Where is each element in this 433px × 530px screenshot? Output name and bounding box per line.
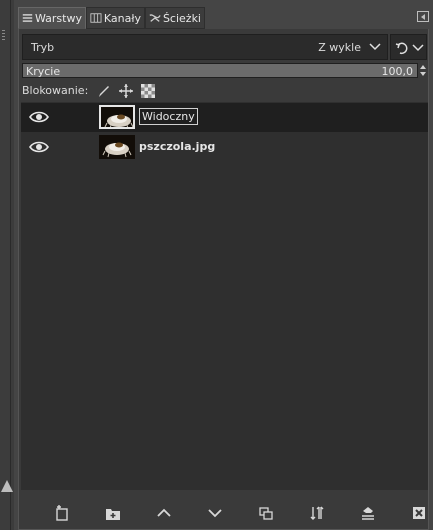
delete-layer-icon[interactable] <box>411 505 427 521</box>
layers-icon <box>22 14 33 22</box>
layer-name-input[interactable]: Widoczny <box>139 108 198 125</box>
mode-label: Tryb <box>31 41 55 54</box>
dock-separator <box>10 0 11 530</box>
anchor-layer-icon[interactable] <box>360 505 376 521</box>
new-layer-group-icon[interactable] <box>105 505 121 521</box>
merge-layer-icon[interactable] <box>309 505 325 521</box>
bee-flower-thumbnail <box>102 142 132 158</box>
tab-channels-label: Kanały <box>103 11 141 25</box>
eye-icon[interactable] <box>29 110 49 124</box>
switch-mode-group-icon <box>395 42 408 55</box>
dock-handle[interactable] <box>2 30 5 40</box>
layers-list: Widoczny pszczola.jpg <box>21 102 428 490</box>
layer-thumbnail <box>99 135 135 159</box>
tab-paths[interactable]: Ścieżki <box>145 7 205 29</box>
layers-action-bar <box>21 499 428 527</box>
lower-layer-icon[interactable] <box>207 505 223 521</box>
dock-tabs: Warstwy Kanały Ścieżki <box>18 7 433 29</box>
lock-alpha-icon[interactable] <box>140 83 156 99</box>
collapse-arrow-icon[interactable] <box>1 480 13 492</box>
tab-layers[interactable]: Warstwy <box>18 7 86 29</box>
lock-pixels-icon[interactable] <box>96 83 112 99</box>
layers-content: Tryb Z wykle Krycie 100,0 Blokowanie: Wi… <box>18 29 429 530</box>
raise-layer-icon[interactable] <box>156 505 172 521</box>
opacity-value: 100,0 <box>381 65 414 78</box>
layer-row[interactable]: pszczola.jpg <box>21 133 428 162</box>
layer-name: pszczola.jpg <box>139 140 216 153</box>
layer-row[interactable]: Widoczny <box>21 103 428 132</box>
panel-menu-icon[interactable] <box>417 11 429 22</box>
lock-label: Blokowanie: <box>22 84 89 97</box>
new-layer-icon[interactable] <box>54 505 70 521</box>
paths-icon <box>149 14 161 22</box>
tab-channels[interactable]: Kanały <box>86 7 145 29</box>
dock-left-strip <box>0 0 14 530</box>
spin-down-icon[interactable] <box>420 72 426 76</box>
lock-row: Blokowanie: <box>22 82 428 100</box>
mode-selector[interactable]: Tryb Z wykle <box>22 34 388 60</box>
eye-icon[interactable] <box>29 140 49 154</box>
mode-value: Z wykle <box>318 41 361 54</box>
opacity-spinner[interactable] <box>420 63 428 78</box>
chevron-down-icon <box>412 44 424 52</box>
lock-position-icon[interactable] <box>118 83 134 99</box>
duplicate-layer-icon[interactable] <box>258 505 274 521</box>
spin-up-icon[interactable] <box>420 65 426 69</box>
channels-icon <box>90 13 102 23</box>
opacity-label: Krycie <box>26 65 61 78</box>
chevron-down-icon <box>369 43 381 51</box>
tab-layers-label: Warstwy <box>35 11 82 25</box>
mode-group-button[interactable] <box>390 34 427 60</box>
opacity-slider[interactable]: Krycie 100,0 <box>22 63 418 78</box>
layer-thumbnail <box>99 105 135 129</box>
layers-dock-panel: Warstwy Kanały Ścieżki Tryb Z wykle Kryc… <box>14 0 433 530</box>
opacity-slider-fill <box>23 64 417 77</box>
tab-paths-label: Ścieżki <box>162 11 201 25</box>
bee-flower-thumbnail <box>104 114 133 127</box>
